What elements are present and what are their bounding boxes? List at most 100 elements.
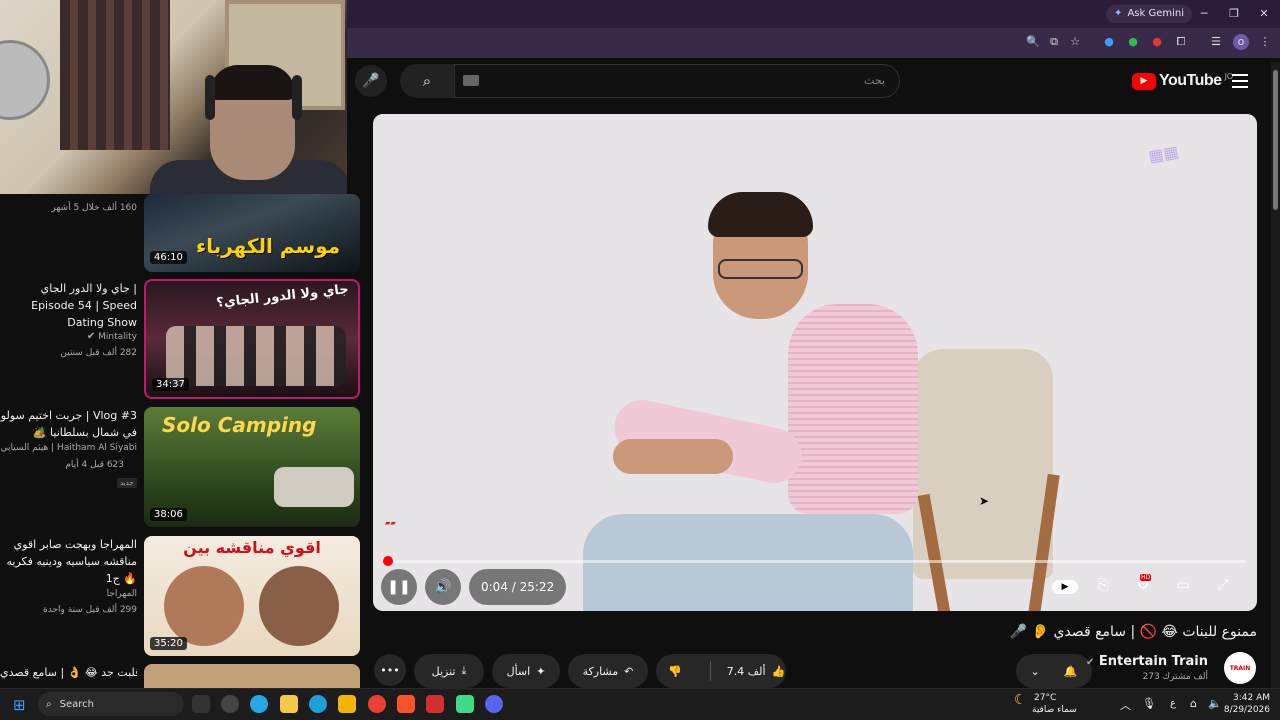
- windows-start-icon[interactable]: ⊞: [13, 696, 26, 714]
- more-actions-button[interactable]: •••: [374, 654, 406, 686]
- verified-icon: ✔: [1085, 657, 1095, 668]
- extension-blue-icon[interactable]: ●: [1101, 34, 1117, 50]
- profile-icon[interactable]: o: [1233, 34, 1249, 50]
- video-player[interactable]: ▦▦ ▰▰ ➤ ❚❚ 🔊 0:04 / 25:22 ▶ ⎘ ⚙ HD ▭ ⤢: [373, 114, 1257, 611]
- thumbnail-text: موسم الكهرباء: [196, 234, 341, 258]
- time-display: 0:04 / 25:22: [469, 569, 567, 605]
- thumbnail-text: اقوي مناقشه بين: [183, 538, 321, 557]
- volume-button[interactable]: 🔊: [425, 569, 461, 605]
- media-player-icon[interactable]: [221, 695, 239, 713]
- search-button[interactable]: ⌕: [400, 64, 454, 98]
- search-input[interactable]: بحث: [454, 64, 900, 98]
- volume-tray-icon[interactable]: 🔈: [1208, 697, 1222, 710]
- language-indicator[interactable]: ع: [1170, 698, 1176, 709]
- person-hand-shape: [613, 439, 733, 474]
- share-button[interactable]: مشاركة ↶: [568, 654, 648, 688]
- reading-list-icon[interactable]: ☰: [1208, 34, 1224, 50]
- brave-icon[interactable]: [397, 695, 415, 713]
- play-logo-icon: ▶: [1132, 72, 1156, 90]
- zoom-icon[interactable]: 🔍: [1025, 34, 1041, 50]
- autoplay-toggle[interactable]: ▶: [1050, 577, 1080, 597]
- close-icon[interactable]: ✕: [1256, 6, 1272, 22]
- clock-date: 8/29/2026: [1223, 705, 1270, 715]
- app-green-icon[interactable]: [456, 695, 474, 713]
- person-face-shape: [164, 566, 244, 646]
- channel-avatar[interactable]: TRAIN: [1224, 652, 1256, 684]
- store-icon[interactable]: [338, 695, 356, 713]
- more-icon: •••: [380, 663, 400, 677]
- fullscreen-icon[interactable]: ⤢: [1211, 577, 1235, 597]
- volume-icon: 🔊: [434, 579, 452, 595]
- download-button[interactable]: تنزيل ⤓: [414, 654, 484, 688]
- video-thumbnail[interactable]: [144, 664, 360, 688]
- list-item-title[interactable]: جاي ولا الدور الجاي | Episode 54 | Speed…: [0, 280, 137, 331]
- minimize-icon[interactable]: ─: [1196, 6, 1212, 22]
- video-thumbnail[interactable]: موسم الكهرباء 46:10: [144, 194, 360, 272]
- duration-badge: 46:10: [150, 251, 187, 264]
- progress-bar[interactable]: [385, 560, 1245, 563]
- weather-desc: سماء صافية: [1032, 705, 1077, 715]
- divider: [709, 661, 711, 681]
- epic-games-icon[interactable]: [192, 695, 210, 713]
- discord-icon[interactable]: [485, 695, 503, 713]
- sparkle-icon: ✦: [1114, 8, 1123, 19]
- pause-button[interactable]: ❚❚: [381, 569, 417, 605]
- star-icon[interactable]: ☆: [1067, 34, 1083, 50]
- list-item-channel: Mintality ✔: [86, 331, 137, 342]
- subtitles-icon[interactable]: ⎘: [1091, 577, 1115, 597]
- clock-time: 3:42 AM: [1233, 693, 1270, 703]
- network-icon[interactable]: ⌂: [1190, 697, 1197, 710]
- channel-watermark-icon: ▦▦: [1146, 141, 1180, 166]
- chevron-up-icon[interactable]: ︿: [1120, 697, 1131, 713]
- puzzle-icon[interactable]: ⧠: [1173, 34, 1189, 50]
- hamburger-menu-icon[interactable]: [1232, 74, 1248, 88]
- fan-shape: [0, 40, 50, 120]
- mic-tray-icon[interactable]: 🎙: [1142, 697, 1156, 710]
- scrollbar-thumb[interactable]: [1273, 70, 1278, 210]
- dislike-button[interactable]: 👎: [668, 665, 682, 678]
- list-item-meta: 160 ألف خلال 5 أشهر: [51, 203, 137, 213]
- voice-search-button[interactable]: 🎤: [355, 65, 387, 97]
- video-thumbnail[interactable]: اقوي مناقشه بين 35:20: [144, 536, 360, 656]
- extension-green-icon[interactable]: ●: [1125, 34, 1141, 50]
- youtube-logo[interactable]: ▶ YouTube JO: [1132, 72, 1233, 90]
- extension-red-icon[interactable]: ●: [1149, 34, 1165, 50]
- cast-icon[interactable]: ⧉: [1046, 34, 1062, 50]
- pause-icon: ❚❚: [387, 579, 411, 595]
- subscribe-bell-button[interactable]: ⌄ 🔔: [1016, 654, 1092, 688]
- thumbnail-text: Solo Camping: [162, 413, 317, 437]
- list-item-title[interactable]: جربت اختيم سولو | Vlog #3 🏕️ في شمال بسل…: [0, 407, 137, 441]
- restore-icon[interactable]: ❐: [1226, 6, 1242, 22]
- ask-button[interactable]: اسأل ✦: [492, 654, 560, 688]
- channel-name[interactable]: ✔ Entertain Train: [1086, 654, 1208, 669]
- mic-icon: 🎤: [362, 73, 380, 89]
- weather-icon[interactable]: ☾: [1014, 692, 1027, 708]
- theater-mode-icon[interactable]: ▭: [1171, 577, 1195, 597]
- file-explorer-icon[interactable]: [280, 695, 298, 713]
- chrome-icon[interactable]: [368, 695, 386, 713]
- like-button[interactable]: 👍: [772, 665, 786, 678]
- ask-label: اسأل: [506, 664, 531, 678]
- video-thumbnail[interactable]: جاي ولا الدور الجاي؟ 34:37: [144, 279, 360, 399]
- ask-gemini-label: Ask Gemini: [1127, 8, 1184, 19]
- video-title: ممنوع للبنات 😂 🚫 | سامع قصدي 👂 🎤: [1009, 624, 1257, 640]
- list-item-title[interactable]: قلبت جد 😂 👌 | سامع قصدي: [0, 664, 137, 681]
- share-label: مشاركة: [582, 664, 619, 678]
- telegram-icon[interactable]: [250, 695, 268, 713]
- video-thumbnail[interactable]: Solo Camping 38:06: [144, 407, 360, 527]
- app-red-icon[interactable]: [426, 695, 444, 713]
- ask-gemini-button[interactable]: ✦ Ask Gemini: [1106, 5, 1192, 23]
- menu-icon[interactable]: ⋮: [1257, 34, 1273, 50]
- settings-icon[interactable]: ⚙ HD: [1131, 574, 1155, 597]
- weather-temp: 27°C: [1034, 693, 1057, 703]
- keyboard-icon[interactable]: [463, 75, 479, 86]
- search-placeholder: بحث: [864, 74, 885, 87]
- headphone-right: [292, 75, 302, 120]
- list-item-meta: 623 قبل 4 أيام: [65, 460, 124, 470]
- webcam-overlay: [0, 0, 347, 194]
- hd-badge: HD: [1140, 574, 1152, 581]
- list-item-title[interactable]: المهراجا وبهجت صابر اقوي مناقشه سياسيه و…: [0, 536, 137, 587]
- taskbar-search[interactable]: ⌕ Search: [38, 692, 184, 716]
- scrubber-handle[interactable]: [382, 556, 393, 566]
- edge-icon[interactable]: [309, 695, 327, 713]
